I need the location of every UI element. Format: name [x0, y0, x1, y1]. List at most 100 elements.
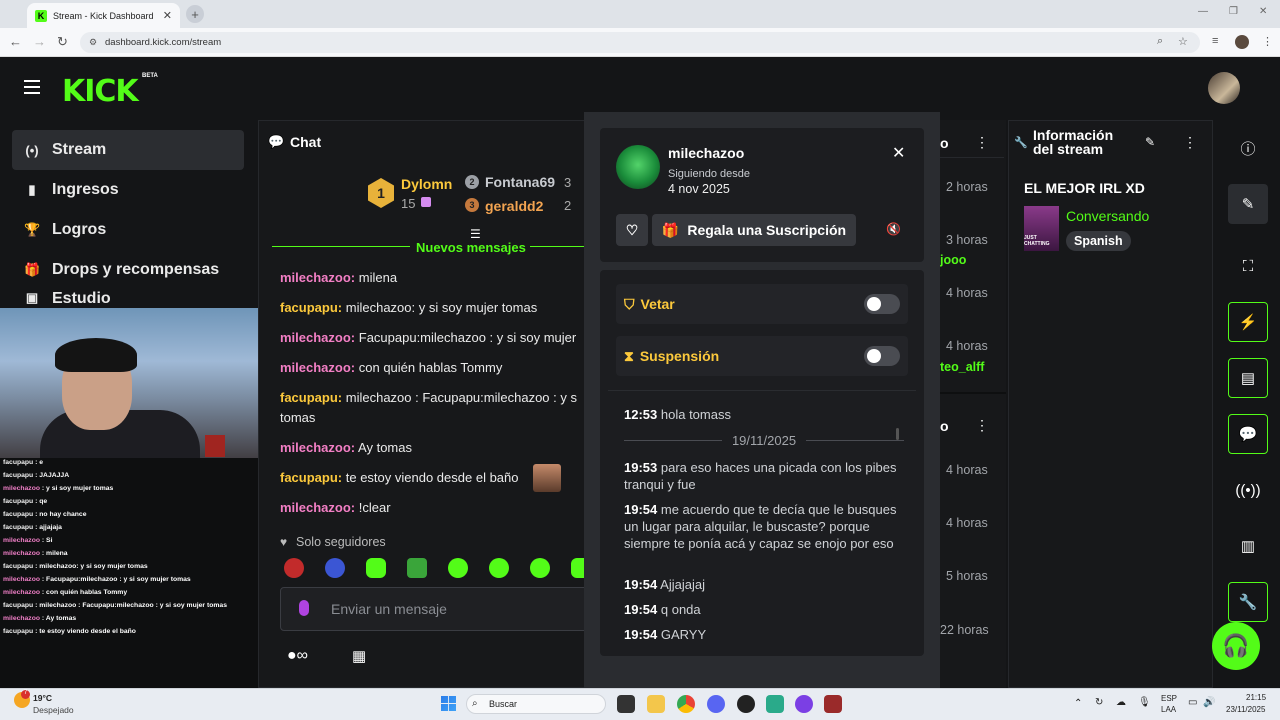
category-name[interactable]: Conversando: [1066, 208, 1149, 224]
minimize-icon[interactable]: —: [1198, 6, 1208, 17]
tray-network-icon[interactable]: ▭: [1188, 697, 1197, 708]
tools-icon[interactable]: 🔧: [1228, 582, 1268, 622]
notes-icon[interactable]: ▤: [1228, 358, 1268, 398]
emote-kick-partial-icon[interactable]: [571, 558, 584, 578]
site-info-icon[interactable]: ⚙: [89, 37, 97, 48]
chat-username[interactable]: facupapu: [280, 470, 338, 485]
chat-message[interactable]: milechazoo: Facupapu:milechazoo : y si s…: [280, 330, 580, 345]
new-tab-button[interactable]: +: [186, 5, 204, 23]
bookmark-icon[interactable]: ☆: [1178, 35, 1188, 48]
edit-rail-icon[interactable]: ✎: [1228, 184, 1268, 224]
lang-1[interactable]: ESP: [1161, 694, 1177, 703]
follow-heart-button[interactable]: ♡: [616, 214, 648, 246]
store-icon[interactable]: ▦: [352, 647, 366, 665]
new-messages-divider[interactable]: Nuevos mensajes: [272, 240, 588, 255]
app-icon[interactable]: [766, 695, 784, 713]
gift-sub-button[interactable]: 🎁 Regala una Suscripción: [652, 214, 856, 246]
task-view-icon[interactable]: [617, 695, 635, 713]
ban-toggle[interactable]: [864, 294, 900, 314]
hamburger-menu-icon[interactable]: [24, 80, 40, 94]
browser-tab[interactable]: K Stream - Kick Dashboard ✕: [27, 3, 180, 28]
chat-username[interactable]: milechazoo: [280, 330, 351, 345]
tray-chevron-icon[interactable]: ⌃: [1074, 698, 1082, 709]
sidebar-item-logros[interactable]: 🏆 Logros: [12, 210, 244, 250]
tray-cloud-icon[interactable]: ☁: [1116, 697, 1126, 708]
chat-username[interactable]: milechazoo: [280, 360, 351, 375]
tray-sync-icon[interactable]: ↻: [1095, 697, 1103, 708]
chat-message[interactable]: facupapu: milechazoo : Facupapu:milechaz…: [280, 390, 580, 405]
emote-cap-icon[interactable]: [325, 558, 345, 578]
chat-message[interactable]: facupapu: milechazoo: y si soy mujer tom…: [280, 300, 580, 315]
mic-icon[interactable]: [299, 600, 309, 616]
broadcast-icon[interactable]: ((•)): [1228, 470, 1268, 510]
sidebar-item-stream[interactable]: (•) Stream: [12, 130, 244, 170]
activity-user[interactable]: teo_alff: [940, 360, 984, 374]
close-tab-icon[interactable]: ✕: [163, 9, 172, 22]
kick-logo[interactable]: KICK: [62, 74, 139, 109]
sidebar-item-estudio[interactable]: ▣ Estudio: [12, 290, 244, 308]
obs-icon[interactable]: [737, 695, 755, 713]
emote-kick-ghost-icon[interactable]: [366, 558, 386, 578]
chat-username[interactable]: milechazoo: [280, 270, 351, 285]
chrome-icon[interactable]: [677, 695, 695, 713]
lightning-icon[interactable]: ⚡: [1228, 302, 1268, 342]
chat-message[interactable]: milechazoo: !clear: [280, 500, 580, 515]
maximize-icon[interactable]: ❐: [1229, 6, 1238, 17]
emote-kick-sad-icon[interactable]: [530, 558, 550, 578]
app-purple-icon[interactable]: [795, 695, 813, 713]
profile-avatar[interactable]: [1235, 35, 1249, 49]
chat-message[interactable]: milechazoo: Ay tomas: [280, 440, 580, 455]
info-icon[interactable]: ⓘ: [1228, 128, 1268, 168]
menu-icon[interactable]: ⋮: [1262, 35, 1273, 48]
tray-mic-icon[interactable]: 🎙: [1138, 697, 1151, 708]
category-thumbnail[interactable]: JUST CHATTING: [1024, 206, 1059, 251]
leader-3-name[interactable]: geraldd2: [485, 198, 543, 214]
filter-icon[interactable]: ☰: [470, 227, 486, 241]
sidebar-item-ingresos[interactable]: ▮ Ingresos: [12, 170, 244, 210]
leader-1-name[interactable]: Dylomn: [401, 176, 452, 192]
mute-user-icon[interactable]: 🔇: [886, 222, 901, 236]
stream-info-menu-icon[interactable]: ⋮: [1183, 134, 1197, 151]
screenshot-icon[interactable]: ⛶: [1228, 246, 1268, 286]
user-avatar[interactable]: [1208, 72, 1240, 104]
media-icon[interactable]: ≡: [1212, 35, 1218, 47]
chat-message[interactable]: tomas: [280, 410, 580, 425]
discord-icon[interactable]: [707, 695, 725, 713]
chat-username[interactable]: milechazoo: [280, 500, 351, 515]
sidebar-item-drops[interactable]: 🎁 Drops y recompensas: [12, 250, 244, 290]
chat-message[interactable]: milechazoo: milena: [280, 270, 580, 285]
chat-username[interactable]: milechazoo: [280, 440, 351, 455]
reload-icon[interactable]: ↻: [57, 34, 68, 50]
voicemeeter-icon[interactable]: [824, 695, 842, 713]
close-window-icon[interactable]: ✕: [1259, 6, 1267, 17]
chat-message[interactable]: milechazoo: con quién hablas Tommy: [280, 360, 580, 375]
taskbar-search[interactable]: [466, 694, 606, 714]
zoom-icon[interactable]: ⌕: [1157, 35, 1163, 48]
support-headset-icon[interactable]: 🎧: [1212, 622, 1260, 670]
timeout-toggle[interactable]: [864, 346, 900, 366]
emote-river-icon[interactable]: [284, 558, 304, 578]
mid-panel-2-menu-icon[interactable]: ⋮: [975, 417, 989, 434]
lang-2[interactable]: LAA: [1161, 705, 1176, 714]
edit-icon[interactable]: ✎: [1145, 135, 1155, 149]
url-input[interactable]: dashboard.kick.com/stream: [80, 32, 1200, 53]
emote-kick-box-icon[interactable]: [407, 558, 427, 578]
close-icon[interactable]: ✕: [892, 143, 905, 163]
user-card-username[interactable]: milechazoo: [668, 145, 744, 161]
clock-time[interactable]: 21:15: [1246, 693, 1266, 702]
mid-panel-menu-icon[interactable]: ⋮: [975, 134, 989, 151]
chat-username[interactable]: facupapu: [280, 300, 338, 315]
file-explorer-icon[interactable]: [647, 695, 665, 713]
points-icon[interactable]: ●∞: [287, 647, 308, 665]
layout-icon[interactable]: ▥: [1228, 526, 1268, 566]
leader-2-name[interactable]: Fontana69: [485, 174, 555, 190]
forward-icon[interactable]: →: [33, 34, 46, 49]
clock-date[interactable]: 23/11/2025: [1226, 705, 1265, 714]
chat-username[interactable]: facupapu: [280, 390, 338, 405]
activity-user[interactable]: jooo: [940, 253, 966, 267]
back-icon[interactable]: ←: [9, 34, 22, 49]
emote-kick-smile-icon[interactable]: [489, 558, 509, 578]
tray-volume-icon[interactable]: 🔊: [1203, 697, 1215, 708]
emote-kick-eyes-icon[interactable]: [448, 558, 468, 578]
chat-rail-icon[interactable]: 💬: [1228, 414, 1268, 454]
